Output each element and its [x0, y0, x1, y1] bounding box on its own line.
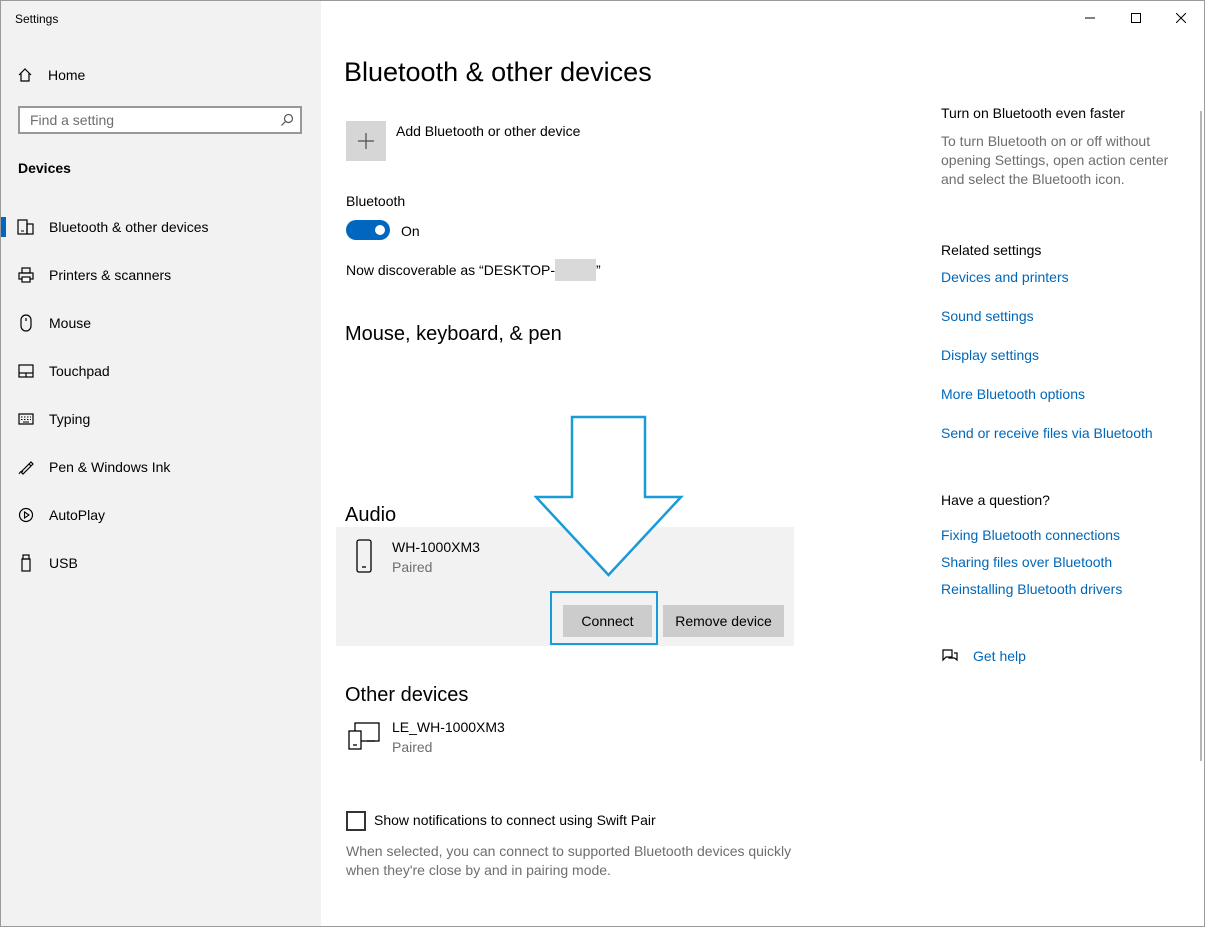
toggle-state-label: On — [401, 223, 420, 239]
question-title: Have a question? — [941, 492, 1050, 508]
sidebar-item-typing[interactable]: Typing — [1, 399, 321, 439]
discoverable-prefix: Now discoverable as “DESKTOP- — [346, 262, 556, 278]
sidebar-item-pen[interactable]: Pen & Windows Ink — [1, 447, 321, 487]
link-fixing-bluetooth[interactable]: Fixing Bluetooth connections — [941, 527, 1120, 543]
app-title: Settings — [15, 12, 59, 26]
sidebar-item-usb[interactable]: USB — [1, 543, 321, 583]
usb-icon — [16, 554, 36, 572]
link-reinstalling-drivers[interactable]: Reinstalling Bluetooth drivers — [941, 581, 1122, 597]
mouse-icon — [16, 314, 36, 332]
connect-highlight-box — [550, 591, 658, 645]
sidebar-item-printers[interactable]: Printers & scanners — [1, 255, 321, 295]
settings-window: Settings Home Find a setting Devices Blu… — [0, 0, 1205, 927]
link-sharing-files[interactable]: Sharing files over Bluetooth — [941, 554, 1112, 570]
faster-title: Turn on Bluetooth even faster — [941, 105, 1125, 121]
swift-pair-label[interactable]: Show notifications to connect using Swif… — [374, 812, 656, 828]
keyboard-icon — [16, 413, 36, 425]
discoverable-suffix: ” — [596, 262, 601, 278]
maximize-icon — [1131, 13, 1141, 23]
close-button[interactable] — [1158, 1, 1204, 35]
autoplay-icon — [16, 507, 36, 523]
sidebar-item-label: AutoPlay — [49, 507, 106, 523]
link-devices-and-printers[interactable]: Devices and printers — [941, 269, 1069, 285]
sidebar-item-autoplay[interactable]: AutoPlay — [1, 495, 321, 535]
sidebar-item-label: Typing — [49, 411, 91, 427]
search-input[interactable]: Find a setting — [18, 106, 302, 134]
other-device-item[interactable]: LE_WH-1000XM3 Paired — [346, 719, 505, 755]
swift-pair-description: When selected, you can connect to suppor… — [346, 843, 792, 878]
plus-icon — [358, 133, 374, 149]
get-help-label: Get help — [973, 648, 1026, 664]
down-arrow-annotation — [534, 415, 684, 577]
remove-device-button[interactable]: Remove device — [663, 605, 784, 637]
home-nav-item[interactable]: Home — [17, 65, 85, 85]
sidebar-item-label: Touchpad — [49, 363, 110, 379]
audio-device-item[interactable]: WH-1000XM3 Paired — [346, 539, 480, 575]
section-other-devices: Other devices — [345, 684, 469, 706]
bluetooth-toggle[interactable] — [346, 220, 390, 240]
close-icon — [1176, 13, 1186, 23]
redacted-name — [555, 259, 597, 281]
sidebar-item-bluetooth[interactable]: Bluetooth & other devices — [1, 207, 321, 247]
related-settings-title: Related settings — [941, 242, 1042, 258]
printer-icon — [16, 267, 36, 283]
sidebar-item-label: Mouse — [49, 315, 92, 331]
sidebar-item-mouse[interactable]: Mouse — [1, 303, 321, 343]
pen-icon — [16, 459, 36, 475]
discoverable-text: Now discoverable as “DESKTOP- ” — [346, 259, 601, 281]
audio-device-name: WH-1000XM3 — [392, 539, 480, 555]
link-sound-settings[interactable]: Sound settings — [941, 308, 1034, 324]
other-device-status: Paired — [392, 739, 433, 755]
get-help-link[interactable]: Get help — [941, 648, 1026, 664]
sidebar-section-title: Devices — [18, 160, 71, 176]
page-title: Bluetooth & other devices — [344, 57, 652, 87]
minimize-button[interactable] — [1067, 1, 1113, 35]
toggle-knob — [375, 225, 385, 235]
sidebar-item-label: Bluetooth & other devices — [49, 219, 209, 235]
search-icon[interactable] — [280, 113, 294, 127]
generic-device-icon — [346, 719, 382, 755]
link-display-settings[interactable]: Display settings — [941, 347, 1039, 363]
home-label: Home — [48, 67, 86, 83]
maximize-button[interactable] — [1113, 1, 1159, 35]
active-indicator — [1, 217, 6, 237]
sidebar-item-label: Printers & scanners — [49, 267, 172, 283]
add-device-label[interactable]: Add Bluetooth or other device — [396, 123, 580, 139]
sidebar-item-label: USB — [49, 555, 78, 571]
search-placeholder: Find a setting — [30, 112, 115, 128]
sidebar-item-label: Pen & Windows Ink — [49, 459, 171, 475]
link-more-bluetooth-options[interactable]: More Bluetooth options — [941, 386, 1085, 402]
add-device-button[interactable] — [346, 121, 386, 161]
faster-text: To turn Bluetooth on or off without open… — [941, 133, 1169, 187]
sidebar-item-touchpad[interactable]: Touchpad — [1, 351, 321, 391]
chat-help-icon — [942, 649, 958, 662]
bluetooth-devices-icon — [16, 219, 36, 235]
bluetooth-label: Bluetooth — [346, 193, 406, 209]
headset-phone-icon — [346, 539, 382, 575]
link-send-receive-files[interactable]: Send or receive files via Bluetooth — [941, 425, 1153, 441]
scrollbar[interactable] — [1200, 111, 1202, 761]
other-device-name: LE_WH-1000XM3 — [392, 719, 505, 735]
section-mouse-keyboard-pen: Mouse, keyboard, & pen — [345, 323, 562, 345]
home-icon — [18, 68, 32, 82]
audio-device-status: Paired — [392, 559, 433, 575]
section-audio: Audio — [345, 504, 397, 526]
touchpad-icon — [16, 364, 36, 378]
sidebar: Settings Home Find a setting Devices Blu… — [1, 1, 321, 926]
minimize-icon — [1085, 17, 1095, 19]
swift-pair-checkbox[interactable] — [346, 811, 366, 831]
